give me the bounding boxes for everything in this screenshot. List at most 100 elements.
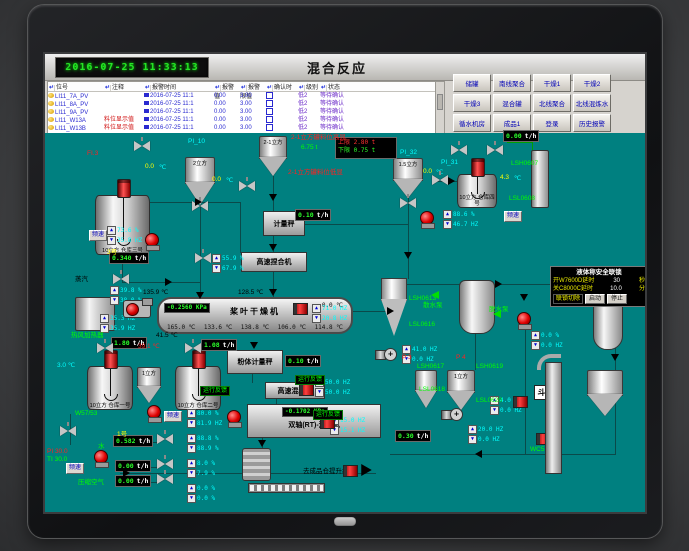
alarm-level-cell: 低2 (298, 108, 320, 116)
valve-icon[interactable] (113, 274, 129, 284)
text-label: ℃ (226, 176, 233, 184)
valve-right-triangle (495, 145, 503, 155)
alarm-row[interactable]: LI11_W13B料位显示值2016-07-25 11:10.003.00低2等… (48, 124, 436, 132)
pump-icon[interactable] (227, 410, 242, 428)
nav-button-北线聚合[interactable]: 北线聚合 (533, 94, 571, 112)
sort-icon: ↵ (240, 85, 247, 91)
text-label: W57/53 (75, 410, 97, 417)
alarm-row[interactable]: LI11_W13A料位显示值2016-07-25 11:10.003.00低2等… (48, 116, 436, 124)
valve-stem (120, 270, 122, 274)
scrollbar-thumb[interactable] (437, 94, 443, 110)
dryer-temp-value: 138.8 ℃ (241, 324, 269, 331)
text-label: 散水泵 (423, 299, 443, 309)
nav-button-历史报警[interactable]: 历史报警 (573, 114, 611, 132)
alarm-row[interactable]: LI11_8A_PV2016-07-25 11:10.003.00低2等待确认 (48, 100, 436, 108)
valve-icon[interactable] (487, 145, 503, 155)
tank-label: 10立方 仓库一号 (87, 403, 133, 409)
ack-checkbox-icon[interactable] (266, 100, 273, 107)
ack-checkbox-icon[interactable] (266, 116, 273, 123)
valve-icon[interactable] (432, 175, 448, 185)
flow-arrow (258, 440, 266, 447)
column-header[interactable]: ↵报警值 (214, 82, 240, 91)
blower-icon[interactable] (123, 300, 151, 318)
stop-button[interactable]: 停止 (607, 294, 627, 304)
alarm-row[interactable]: LI11_9A_PV2016-07-25 11:10.003.00低2等待确认 (48, 108, 436, 116)
agitator-tank: 10立方 仓库四号 (457, 158, 497, 208)
motor-icon[interactable] (343, 465, 358, 477)
alarm-table-scrollbar[interactable] (435, 81, 445, 134)
fan-motor-icon[interactable]: + (375, 348, 397, 360)
nav-button-循水机房[interactable]: 循水机房 (453, 114, 491, 132)
nav-button-干燥2[interactable]: 干燥2 (573, 74, 611, 92)
nav-button-干燥3[interactable]: 干燥3 (453, 94, 491, 112)
column-header[interactable]: ↵位号 (48, 82, 104, 91)
column-header[interactable]: ↵确认时间 (266, 82, 298, 91)
cyclone-vessel (381, 278, 407, 338)
nav-button-混合罐[interactable]: 混合罐 (493, 94, 531, 112)
alarm-row[interactable]: LI11_7A_PV2016-07-25 11:10.003.00低2等待确认 (48, 92, 436, 100)
text-label: LSH0607 (511, 160, 538, 167)
column-header[interactable]: ↵注释 (104, 82, 144, 91)
dryer-temp-value: 114.8 ℃ (315, 324, 343, 331)
freq-speed-button[interactable]: 频速 (504, 211, 522, 222)
valve-icon[interactable] (195, 253, 211, 263)
valve-icon[interactable] (400, 198, 416, 208)
fan-motor-icon[interactable]: + (441, 408, 463, 420)
pump-icon[interactable] (517, 312, 532, 330)
valve-icon[interactable] (451, 145, 467, 155)
valve-icon[interactable] (157, 434, 173, 444)
ack-checkbox-icon[interactable] (266, 124, 273, 131)
pump-base (228, 422, 242, 428)
alarm-limit-cell: 3.00 (240, 108, 266, 116)
nav-button-储罐[interactable]: 储罐 (453, 74, 491, 92)
text-label: ℃ (514, 174, 521, 182)
valve-right-triangle (105, 343, 113, 353)
alarm-table[interactable]: ↵位号↵注释↵报警时间↵报警值↵报警限值↵确认时间↵级别↵状态LI11_7A_P… (47, 81, 437, 134)
page-title: 混合反应 (307, 58, 367, 77)
nav-button-南线聚合[interactable]: 南线聚合 (493, 74, 531, 92)
flow-arrow (495, 280, 502, 288)
down-arrow-icon: ▼ (212, 264, 221, 273)
ack-checkbox-icon[interactable] (266, 92, 273, 99)
column-header[interactable]: ↵报警时间 (144, 82, 214, 91)
nav-button-北线混炼水[interactable]: 北线混炼水 (573, 94, 611, 112)
indicator-value: 8.0 % (197, 460, 215, 467)
pump-icon[interactable] (94, 450, 109, 468)
valve-stem (164, 455, 166, 459)
motor-icon[interactable] (293, 303, 308, 315)
motor-icon[interactable] (513, 396, 528, 408)
valve-right-triangle (121, 274, 129, 284)
valve-icon[interactable] (60, 426, 76, 436)
valve-icon[interactable] (157, 474, 173, 484)
column-header[interactable]: ↵级别 (298, 82, 320, 91)
pump-icon[interactable] (145, 233, 160, 251)
display-value: 0.00 (118, 477, 134, 485)
freq-speed-button[interactable]: 频速 (66, 463, 84, 474)
ack-checkbox-icon[interactable] (266, 108, 273, 115)
valve-icon[interactable] (97, 343, 113, 353)
nav-button-干燥1[interactable]: 干燥1 (533, 74, 571, 92)
text-label: 41.5 ℃ (156, 331, 178, 339)
pump-icon[interactable] (147, 405, 162, 423)
motor-icon[interactable] (299, 384, 314, 396)
indicator-value: 41.0 HZ (412, 346, 437, 353)
valve-icon[interactable] (134, 141, 150, 151)
valve-icon[interactable] (157, 459, 173, 469)
valve-left-triangle (432, 175, 440, 185)
hopper-label: 1立方 (447, 372, 475, 380)
valve-left-triangle (185, 343, 193, 353)
column-header[interactable]: ↵报警限值 (240, 82, 266, 91)
valve-right-triangle (142, 141, 150, 151)
pump-base (421, 223, 435, 229)
valve-icon[interactable] (239, 181, 255, 191)
pump-icon[interactable] (420, 211, 435, 229)
down-arrow-icon: ▼ (315, 388, 324, 397)
indicator-row: ▲73.6 % (107, 226, 142, 235)
column-header[interactable]: ↵状态 (320, 82, 360, 91)
freq-speed-button[interactable]: 频速 (89, 230, 107, 241)
freq-speed-button[interactable]: 频速 (164, 411, 182, 422)
interlock-cutoff-button[interactable]: 联锁切除 (553, 294, 583, 304)
valve-icon[interactable] (185, 343, 201, 353)
start-button[interactable]: 启动 (585, 294, 605, 304)
down-arrow-icon: ▼ (490, 406, 499, 415)
